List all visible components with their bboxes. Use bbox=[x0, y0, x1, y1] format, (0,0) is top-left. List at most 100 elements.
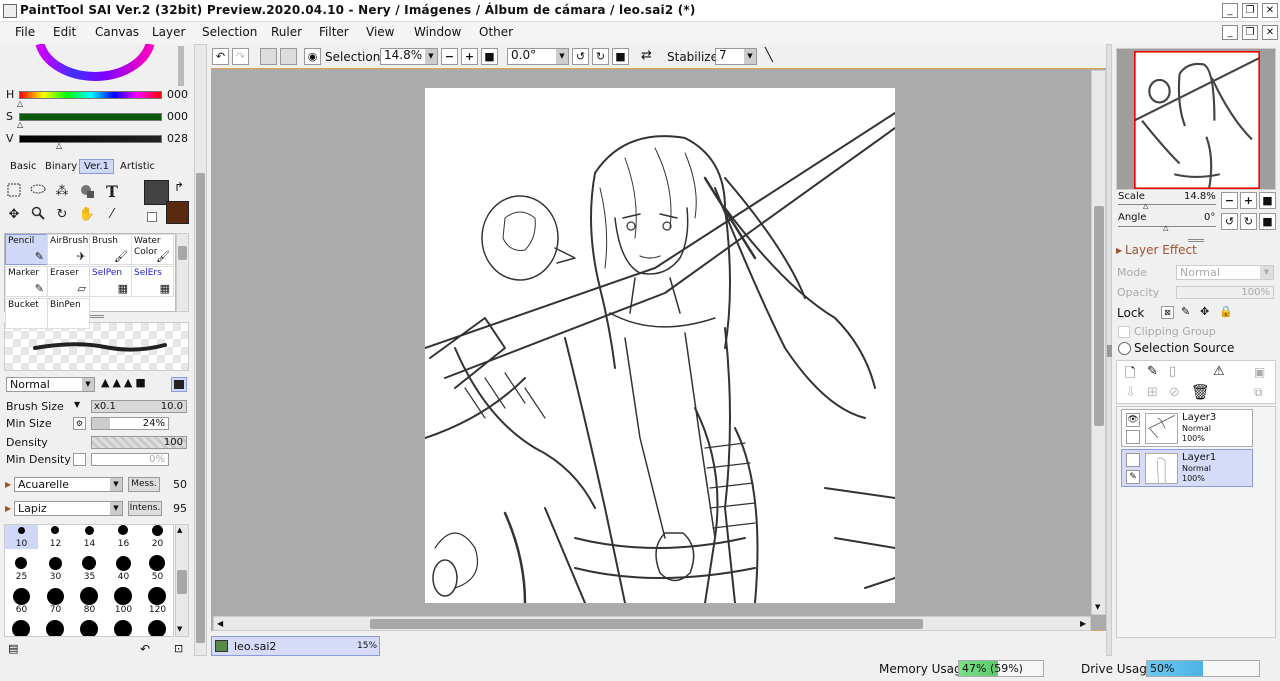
value-slider[interactable] bbox=[19, 135, 162, 143]
clipping-group-checkbox[interactable] bbox=[1118, 326, 1130, 338]
lock-transparency-icon[interactable]: ⊠ bbox=[1161, 306, 1174, 319]
brush-size-preset[interactable]: 14 bbox=[73, 525, 106, 549]
move-icon[interactable]: ✥ bbox=[5, 206, 23, 224]
menu-filter[interactable]: Filter bbox=[319, 25, 349, 39]
texture-expand-icon[interactable]: ▶ bbox=[5, 480, 11, 489]
brush-size-preset[interactable]: 35 bbox=[73, 551, 106, 582]
nav-rotate-left-button[interactable]: ↺ bbox=[1221, 213, 1238, 230]
doc-close-button[interactable]: ✕ bbox=[1262, 25, 1278, 40]
add-layer-icon[interactable]: ⊞ bbox=[1147, 385, 1158, 400]
brush-size-scrollbar[interactable]: ▲ ▼ bbox=[175, 524, 189, 637]
lasso-icon[interactable] bbox=[29, 183, 47, 201]
brush-size-preset[interactable]: 60 bbox=[5, 584, 38, 615]
deselect-icon[interactable] bbox=[260, 48, 277, 65]
right-panel-splitter[interactable] bbox=[1106, 44, 1112, 656]
scroll-down-icon[interactable]: ▼ bbox=[177, 625, 182, 633]
brush-brush[interactable]: Brush 🖌 bbox=[89, 234, 132, 265]
rotation-chevron-down-icon[interactable]: ▼ bbox=[556, 49, 568, 64]
brush-size-preset[interactable]: 100 bbox=[107, 584, 140, 615]
rotate-reset-button[interactable]: ■ bbox=[612, 48, 629, 65]
menu-ruler[interactable]: Ruler bbox=[271, 25, 302, 39]
zoom-reset-button[interactable]: ■ bbox=[481, 48, 498, 65]
rotate-left-button[interactable]: ↺ bbox=[572, 48, 589, 65]
nav-zoom-in-button[interactable]: + bbox=[1240, 192, 1257, 209]
zoom-icon[interactable] bbox=[29, 206, 47, 224]
layer3-lock-toggle[interactable] bbox=[1126, 430, 1140, 444]
menu-selection[interactable]: Selection bbox=[202, 25, 257, 39]
value-handle-icon[interactable]: △ bbox=[56, 141, 62, 150]
brush-size-slider[interactable]: x0.1 10.0 bbox=[91, 400, 187, 413]
pressure-icon[interactable]: ⚙ bbox=[73, 417, 86, 430]
lock-paint-icon[interactable]: ✎ bbox=[1181, 305, 1190, 318]
texture-chevron-down-icon[interactable]: ▼ bbox=[110, 478, 122, 491]
density-slider[interactable]: 100 bbox=[91, 436, 187, 449]
rect-select-icon[interactable] bbox=[5, 183, 23, 201]
rotate-right-button[interactable]: ↻ bbox=[592, 48, 609, 65]
tab-basic[interactable]: Basic bbox=[5, 159, 41, 174]
restore-button[interactable]: ❐ bbox=[1242, 3, 1258, 18]
reset-icon[interactable]: ↶ bbox=[140, 642, 150, 656]
tab-ver1[interactable]: Ver.1 bbox=[79, 159, 114, 174]
brush-size-preset[interactable] bbox=[107, 617, 140, 636]
brush-binpen[interactable]: BinPen bbox=[47, 298, 90, 329]
layer-row-layer3[interactable]: 👁 Layer3 Normal 100% bbox=[1121, 409, 1253, 447]
nav-zoom-reset-button[interactable]: ■ bbox=[1259, 192, 1276, 209]
clear-layer-icon[interactable]: ⊘ bbox=[1169, 385, 1180, 400]
drawing-canvas[interactable] bbox=[424, 88, 896, 605]
nav-rotate-right-button[interactable]: ↻ bbox=[1240, 213, 1257, 230]
trash-icon[interactable]: 🗑 bbox=[1191, 383, 1210, 401]
new-layer-icon[interactable]: 🗋 bbox=[1125, 364, 1135, 386]
shape-tool-icon[interactable] bbox=[78, 183, 96, 201]
minimize-button[interactable]: _ bbox=[1222, 3, 1238, 18]
hue-handle-icon[interactable]: △ bbox=[17, 99, 23, 108]
brush-eraser[interactable]: Eraser ▱ bbox=[47, 266, 90, 297]
close-button[interactable]: ✕ bbox=[1262, 3, 1278, 18]
lock-move-icon[interactable]: ✥ bbox=[1200, 305, 1209, 318]
brush-size-preset[interactable] bbox=[73, 617, 106, 636]
swap-colors-icon[interactable]: ↱ bbox=[174, 180, 184, 194]
zoom-chevron-down-icon[interactable]: ▼ bbox=[425, 49, 437, 64]
texture-param-value[interactable]: 50 bbox=[162, 477, 187, 492]
brush-size-preset[interactable]: 120 bbox=[141, 584, 173, 615]
brush-size-preset[interactable] bbox=[141, 617, 173, 636]
saturation-handle-icon[interactable]: △ bbox=[17, 120, 23, 129]
color-panel-scrollbar[interactable] bbox=[178, 46, 184, 86]
texture-select[interactable]: Acuarelle bbox=[14, 477, 123, 492]
saturation-slider[interactable] bbox=[19, 113, 162, 121]
flip-icon[interactable]: ⇄ bbox=[641, 48, 652, 63]
layer-opacity-slider[interactable]: 100% bbox=[1176, 286, 1274, 299]
layer-settings-icon[interactable]: ▣ bbox=[1254, 365, 1265, 379]
canvas-scroll-down-icon[interactable]: ▼ bbox=[1095, 603, 1100, 611]
doc-restore-button[interactable]: ❐ bbox=[1242, 25, 1258, 40]
panel-splitter[interactable] bbox=[88, 315, 104, 318]
brush-size-preset[interactable]: 16 bbox=[107, 525, 140, 549]
layer3-visibility-eye-icon[interactable]: 👁 bbox=[1126, 413, 1140, 427]
eye-icon[interactable]: ◉ bbox=[304, 48, 321, 65]
brush-shape-square-icon[interactable] bbox=[171, 377, 187, 392]
transparent-color-icon[interactable] bbox=[147, 212, 157, 222]
lock-all-icon[interactable]: 🔒 bbox=[1219, 305, 1233, 318]
nav-splitter[interactable] bbox=[1188, 239, 1204, 242]
brush-bucket[interactable]: Bucket bbox=[5, 298, 48, 329]
shape-param-value[interactable]: 95 bbox=[164, 501, 187, 516]
menu-view[interactable]: View bbox=[366, 25, 394, 39]
tab-binary[interactable]: Binary bbox=[40, 159, 82, 174]
hue-slider[interactable] bbox=[19, 91, 162, 99]
redo-icon[interactable]: ↷ bbox=[232, 48, 249, 65]
layer-copy-icon[interactable]: ⧉ bbox=[1254, 385, 1263, 400]
layer-mask-icon[interactable]: ⚠ bbox=[1213, 364, 1225, 379]
document-tab[interactable]: leo.sai2 15% bbox=[211, 636, 380, 656]
stabilizer-chevron-down-icon[interactable]: ▼ bbox=[744, 49, 756, 64]
brush-size-preset[interactable]: 40 bbox=[107, 551, 140, 582]
merge-down-icon[interactable]: ⇩ bbox=[1125, 385, 1136, 400]
layer-effect-expand-icon[interactable]: ▶ bbox=[1116, 246, 1122, 255]
zoom-out-button[interactable]: − bbox=[441, 48, 458, 65]
brush-selpen[interactable]: SelPen ▦ bbox=[89, 266, 132, 297]
layer-row-layer1[interactable]: ✎ Layer1 Normal 100% bbox=[1121, 449, 1253, 487]
brush-size-preset[interactable]: 20 bbox=[141, 525, 173, 549]
doc-minimize-button[interactable]: _ bbox=[1222, 25, 1238, 40]
new-folder-icon[interactable]: ▯ bbox=[1169, 364, 1176, 379]
secondary-color-swatch[interactable] bbox=[166, 201, 189, 224]
brush-size-preset[interactable] bbox=[5, 617, 38, 636]
scale-slider[interactable] bbox=[1118, 204, 1216, 205]
